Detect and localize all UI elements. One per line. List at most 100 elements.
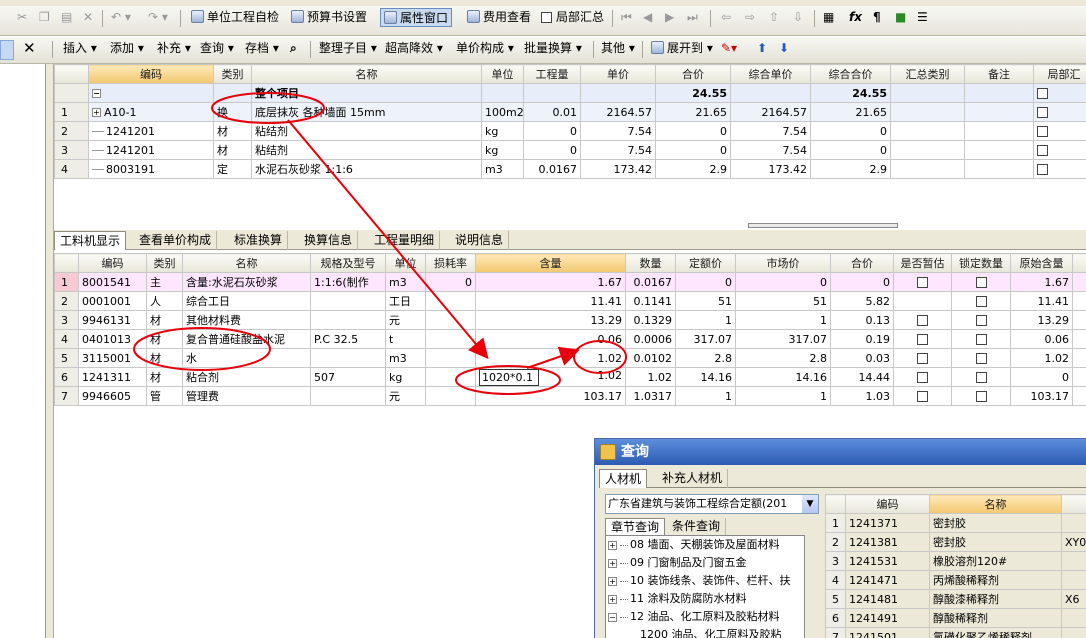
material-row[interactable]: 2 0001001 人综合工日 工日 11.41 0.1141 51 51 5.82 11.41 [54, 291, 1086, 311]
code-cell[interactable]: 1241201 [88, 121, 214, 141]
col-unit[interactable]: 单位 [481, 64, 524, 84]
item-row[interactable]: 3 1241201 材粘结剂 kg 0 7.54 0 7.54 0 [54, 140, 1086, 160]
result-row[interactable]: 5 1241481 醇酸漆稀释剂 X6 [825, 589, 1086, 609]
h-scrollbar[interactable] [748, 223, 898, 228]
partial-checkbox[interactable] [1037, 107, 1048, 118]
tab-remarks[interactable]: 说明信息 [450, 231, 510, 250]
qty-cell[interactable]: 0 [523, 140, 581, 160]
content-cell[interactable]: 1.67 [475, 272, 626, 292]
delete-icon[interactable]: ✕ [80, 8, 96, 27]
col-comp-price[interactable]: 综合单价 [730, 64, 811, 84]
partial-checkbox[interactable] [1037, 126, 1048, 137]
col-name[interactable]: 名称 [929, 494, 1062, 514]
paste-icon[interactable]: ▤ [58, 8, 75, 27]
content-cell[interactable]: 0.06 [475, 329, 626, 349]
list-icon[interactable]: ☰ [914, 8, 931, 27]
result-row[interactable]: 3 1241531 橡胶溶剂120# [825, 551, 1086, 571]
loss-cell[interactable] [425, 367, 476, 387]
remark-cell[interactable] [964, 159, 1034, 179]
material-row[interactable]: 7 9946605 管管理费元 103.17 1.0317 1 1 1.03 103.17 [54, 386, 1086, 406]
qty-cell[interactable]: 0.0167 [523, 159, 581, 179]
move-up-icon[interactable]: ⬆ [754, 39, 770, 58]
code-cell[interactable]: 0001001 [78, 291, 147, 311]
self-check-button[interactable]: 单位工程自检 [188, 8, 282, 27]
material-row[interactable]: 5 3115001 材水 m3 1.02 0.0102 2.8 2.8 0.03 1.02 [54, 348, 1086, 368]
market-cell[interactable]: 51 [735, 291, 831, 311]
query-menu[interactable]: 查询 ▾ [197, 39, 237, 58]
estimate-checkbox[interactable] [917, 372, 928, 383]
tab-materials[interactable]: 工料机显示 [54, 231, 127, 250]
code-cell[interactable]: 9946131 [78, 310, 147, 330]
market-cell[interactable]: 2.8 [735, 348, 831, 368]
close-icon[interactable]: ✕ [20, 39, 39, 58]
estimate-checkbox[interactable] [917, 315, 928, 326]
lock-checkbox[interactable] [975, 391, 987, 402]
col-name[interactable]: 名称 [182, 253, 311, 273]
remark-cell[interactable] [964, 102, 1034, 122]
loss-cell[interactable] [425, 310, 476, 330]
loss-cell[interactable] [425, 348, 476, 368]
code-cell[interactable]: 9946605 [78, 386, 147, 406]
tab-chapter-query[interactable]: 章节查询 [605, 518, 666, 536]
col-price[interactable]: 单价 [580, 64, 656, 84]
col-partial[interactable]: 局部汇 [1033, 64, 1086, 84]
loss-cell[interactable] [425, 291, 476, 311]
partial-summary-button[interactable]: 局部汇总 [538, 8, 607, 27]
estimate-checkbox[interactable] [917, 353, 928, 364]
name-cell[interactable]: 含量:水泥石灰砂浆 [182, 272, 311, 292]
dialog-titlebar[interactable]: 查询 [595, 439, 1086, 465]
partial-checkbox[interactable] [1037, 88, 1048, 99]
code-cell[interactable]: 3115001 [78, 348, 147, 368]
col-qty[interactable]: 数量 [625, 253, 676, 273]
estimate-checkbox[interactable] [917, 334, 928, 345]
content-cell[interactable]: 11.41 [475, 291, 626, 311]
tab-supplement-material[interactable]: 补充人材机 [657, 469, 729, 488]
material-row[interactable]: 4 0401013 材复合普通硅酸盐水泥 P.C 32.5 t 0.06 0.0006 317… [54, 329, 1086, 349]
collapse-icon[interactable]: − [92, 89, 101, 98]
result-row[interactable]: 21241381密封胶XY02 [825, 532, 1086, 552]
market-cell[interactable]: 1 [735, 310, 831, 330]
content-cell[interactable]: 13.29 [475, 310, 626, 330]
col-unit[interactable]: 单位 [385, 253, 426, 273]
col-quota[interactable]: 定额价 [675, 253, 736, 273]
tree-node[interactable]: 1200 油品、化工原料及胶粘 [606, 626, 804, 638]
expand-icon[interactable]: + [608, 540, 617, 550]
undo-icon[interactable]: ↶ ▾ [108, 8, 134, 27]
col-more[interactable]: + [1072, 253, 1086, 273]
market-cell[interactable]: 14.16 [735, 367, 831, 387]
code-cell[interactable]: + A10-1 [88, 102, 214, 122]
loss-cell[interactable]: 0 [425, 272, 476, 292]
insert-menu[interactable]: 插入 ▾ [60, 39, 100, 58]
loss-cell[interactable] [425, 329, 476, 349]
lock-checkbox[interactable] [975, 296, 987, 307]
code-cell[interactable]: 1241311 [78, 367, 147, 387]
col-code[interactable]: 编码 [88, 64, 214, 84]
tree-node[interactable]: +08 墙面、天棚装饰及屋面材料 [606, 536, 804, 554]
tab-qty-detail[interactable]: 工程量明细 [369, 231, 441, 250]
name-cell[interactable]: 粘合剂 [182, 367, 311, 387]
qty-cell[interactable]: 0.01 [523, 102, 581, 122]
col-total[interactable]: 合价 [830, 253, 894, 273]
tree-node[interactable]: − 12 油品、化工原料及胶粘材料 [606, 608, 804, 626]
market-cell[interactable]: 317.07 [735, 329, 831, 349]
expand-icon[interactable]: + [608, 558, 617, 568]
tab-convert-info[interactable]: 换算信息 [299, 231, 359, 250]
result-row[interactable]: 6 1241491 醇酸稀释剂 [825, 608, 1086, 628]
col-market[interactable]: 市场价 [735, 253, 831, 273]
batch-convert-menu[interactable]: 批量换算 ▾ [521, 39, 585, 58]
fee-view-button[interactable]: 费用查看 [464, 8, 534, 27]
tab-unit-price[interactable]: 查看单价构成 [134, 231, 218, 250]
item-row[interactable]: 4 8003191 定水泥石灰砂浆 1:1:6 m3 0.0167 173.42 2.9 17… [54, 159, 1086, 179]
content-cell-editing[interactable]: 1020*0.1 1.02 [475, 367, 626, 387]
add-menu[interactable]: 添加 ▾ [107, 39, 147, 58]
tree-node[interactable]: +11 涂料及防腐防水材料 [606, 590, 804, 608]
cut-icon[interactable]: ✂ [14, 8, 30, 27]
col-spec[interactable]: 规格及型号 [310, 253, 386, 273]
col-content[interactable]: 含量 [475, 253, 626, 273]
archive-menu[interactable]: 存档 ▾ [242, 39, 282, 58]
estimate-checkbox[interactable] [917, 391, 928, 402]
partial-checkbox[interactable] [1037, 164, 1048, 175]
name-cell[interactable]: 其他材料费 [182, 310, 311, 330]
col-comp-total[interactable]: 综合合价 [810, 64, 891, 84]
name-cell[interactable]: 底层抹灰 各种墙面 15mm [251, 102, 482, 122]
